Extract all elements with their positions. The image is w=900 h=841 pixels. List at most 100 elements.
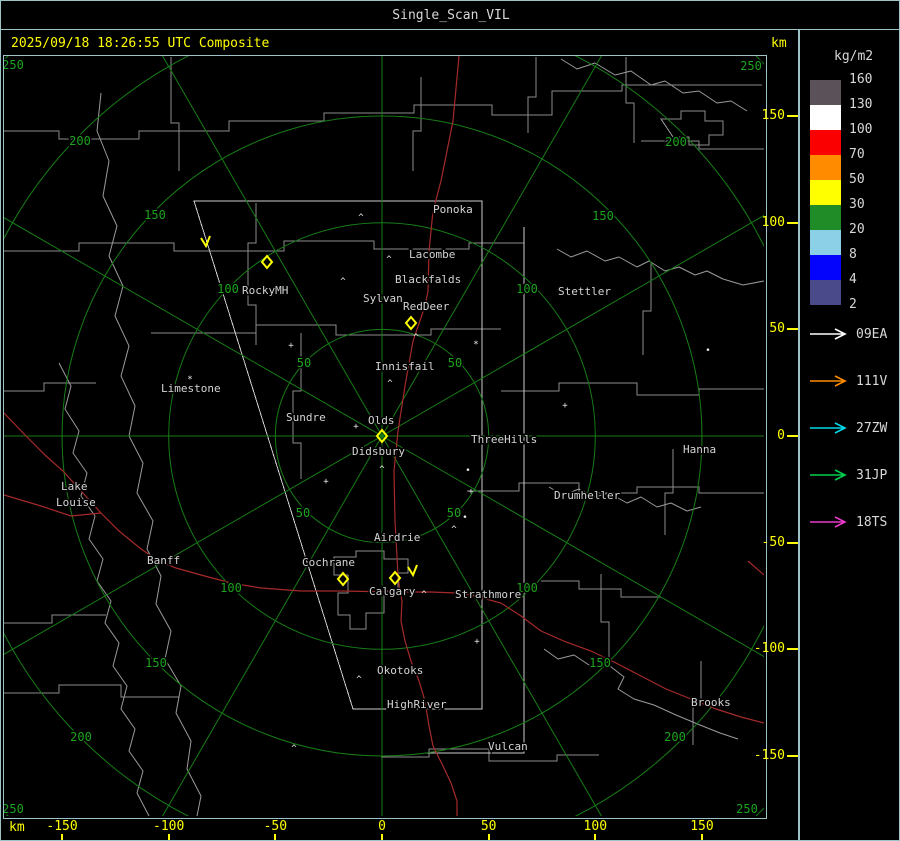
range-ring-label: 150 [145, 656, 167, 670]
range-ring-label: 150 [589, 656, 611, 670]
bottom-axis-tick [487, 834, 490, 840]
city-label: RockyMH [242, 284, 288, 297]
city-label: Lacombe [409, 248, 455, 261]
right-axis-tick [787, 754, 798, 757]
legend-unit-label: kg/m2 [834, 49, 874, 64]
right-axis-tick [787, 541, 798, 544]
point-marker: ^ [386, 255, 392, 265]
storm-vee-marker [407, 564, 418, 578]
bottom-axis-tick [381, 834, 383, 840]
range-ring-label: 200 [70, 730, 92, 744]
city-label: ThreeHills [471, 433, 537, 446]
vil-scale-color-swatch [810, 80, 841, 105]
county-line [4, 614, 106, 624]
city-label: Calgary [369, 585, 416, 598]
county-line [4, 84, 762, 140]
storm-track-row: 09EA [800, 326, 899, 342]
radar-map-frame: ^ ^ ^ ^ ^ ^ ^ ^ ^ ^ + + + + + + * * • • • 50 50 50 50 100 100 100 1… [3, 55, 767, 819]
range-ring-label: 100 [516, 282, 538, 296]
terrain-line [58, 362, 150, 816]
storm-track-arrow-icon [810, 516, 847, 528]
vil-scale-color-swatch [810, 155, 841, 180]
azimuth-line [381, 56, 602, 437]
bottom-distance-axis: km -150 -100 -50 0 50 100 150 [1, 817, 798, 840]
radar-map-canvas[interactable]: ^^^^^^^^^^++++++**••• 50 5050 50100 100100 1… [4, 56, 764, 816]
right-distance-axis: 150 100 50 0 -50 -100 -150 [754, 56, 798, 816]
storm-track-row: 18TS [800, 514, 899, 530]
vil-scale-value-label: 2 [849, 297, 857, 312]
point-marker: + [562, 401, 568, 411]
terrain-line [96, 92, 202, 816]
terrain-line [556, 248, 764, 286]
city-label: Olds [368, 414, 395, 427]
point-marker: * [473, 340, 478, 350]
right-axis-tick-label: -150 [753, 747, 785, 763]
bottom-axis-tick-label: 0 [378, 819, 386, 834]
city-label: Stettler [558, 285, 611, 298]
bottom-axis-tick [274, 834, 277, 840]
vil-scale-color-swatch [810, 130, 841, 155]
storm-track-row: 27ZW [800, 420, 899, 436]
range-ring-label: 200 [665, 135, 687, 149]
city-label: RedDeer [403, 300, 450, 313]
storm-track-row: 111V [800, 373, 899, 389]
city-label: HighRiver [387, 698, 447, 711]
vil-scale-value-label: 8 [849, 247, 857, 262]
range-ring-label: 50 [447, 506, 461, 520]
range-ring-label: 50 [297, 356, 311, 370]
vil-scale-color-swatch [810, 255, 841, 280]
vil-scale-color-swatch [810, 180, 841, 205]
point-marker: + [323, 477, 329, 487]
range-ring-label: 100 [217, 282, 239, 296]
county-line [292, 333, 302, 479]
vil-scale-value-label: 20 [849, 222, 865, 237]
city-label: Blackfalds [395, 273, 461, 286]
storm-cell-diamond-marker [260, 254, 274, 270]
arrow-glyph [810, 375, 847, 387]
point-marker: ^ [291, 744, 297, 754]
window-title-bar: Single_Scan_VIL [1, 1, 899, 30]
point-marker: • [465, 466, 470, 476]
county-line [600, 574, 610, 662]
right-axis-tick-label: 50 [769, 321, 785, 337]
point-marker: + [288, 341, 294, 351]
city-label: Hanna [683, 443, 716, 456]
city-label: Drumheller [554, 489, 621, 502]
point-marker: • [462, 513, 467, 523]
bottom-axis-tick [700, 834, 703, 840]
bottom-axis-tick [594, 834, 597, 840]
vil-scale-value-label: 4 [849, 272, 857, 287]
county-line [4, 382, 96, 392]
vil-scale-color-swatch [810, 105, 841, 130]
storm-track-arrow-icon [810, 328, 847, 340]
azimuth-line [162, 435, 383, 816]
legend-panel: kg/m2 160 130 100 70 50 30 20 8 4 2 09EA 111V 27ZW 3… [800, 30, 899, 840]
storm-track-id-label: 31JP [856, 468, 888, 483]
right-axis-tick-label: -100 [753, 641, 785, 657]
vil-scale-color-swatch [810, 280, 841, 305]
city-label: Limestone [161, 382, 221, 395]
bottom-axis-unit-label: km [9, 820, 25, 835]
range-ring-label: 200 [664, 730, 686, 744]
info-bar: 2025/09/18 18:26:55 UTC Composite km [1, 30, 798, 55]
vil-scale-value-label: 70 [849, 147, 865, 162]
city-label: Didsbury [352, 445, 405, 458]
city-label: Airdrie [374, 531, 420, 544]
city-label: Sundre [286, 411, 326, 424]
storm-track-arrow-icon [810, 375, 847, 387]
point-marker: ^ [451, 525, 457, 535]
point-marker: • [705, 346, 710, 356]
range-ring-label: 50 [448, 356, 462, 370]
scan-timestamp: 2025/09/18 18:26:55 UTC Composite [11, 36, 270, 51]
storm-cell-diamond-marker [404, 315, 418, 331]
right-axis-tick-label: 150 [761, 108, 785, 124]
right-axis-tick [787, 648, 798, 651]
county-line [642, 263, 652, 355]
range-ring-label: 150 [592, 209, 614, 223]
arrow-glyph [810, 516, 847, 528]
range-ring-label: 50 [296, 506, 310, 520]
bottom-axis-tick [61, 834, 64, 840]
storm-track-row: 31JP [800, 467, 899, 483]
point-marker: ^ [356, 675, 362, 685]
range-ring-label: 150 [144, 208, 166, 222]
